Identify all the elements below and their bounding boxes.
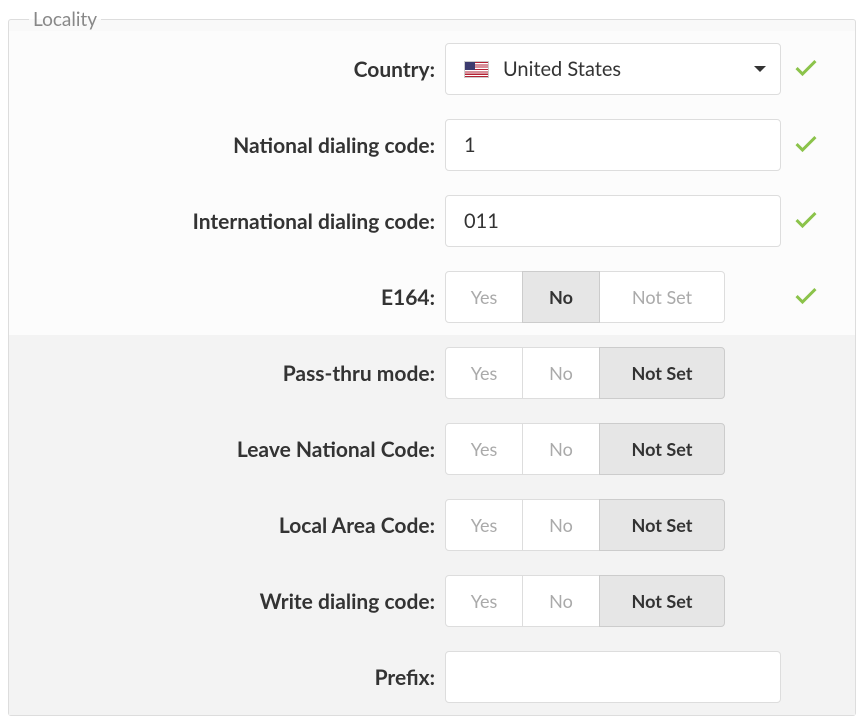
e164-label: E164:: [9, 285, 445, 310]
check-icon: [792, 281, 820, 313]
local-area-no-button[interactable]: No: [522, 499, 600, 551]
country-select[interactable]: United States: [445, 43, 781, 95]
national-dialing-row: National dialing code:: [9, 107, 855, 183]
caret-down-icon: [754, 66, 766, 72]
country-label: Country:: [9, 57, 445, 82]
write-dialing-button-group: Yes No Not Set: [445, 575, 725, 627]
intl-dialing-input[interactable]: [445, 195, 781, 247]
local-area-row: Local Area Code: Yes No Not Set: [9, 487, 855, 563]
write-dialing-label: Write dialing code:: [9, 589, 445, 614]
pass-thru-notset-button[interactable]: Not Set: [599, 347, 725, 399]
country-row: Country: United States: [9, 31, 855, 107]
pass-thru-no-button[interactable]: No: [522, 347, 600, 399]
leave-national-yes-button[interactable]: Yes: [445, 423, 523, 475]
us-flag-icon: [464, 61, 489, 78]
intl-dialing-row: International dialing code:: [9, 183, 855, 259]
country-value: United States: [503, 57, 754, 81]
write-dialing-notset-button[interactable]: Not Set: [599, 575, 725, 627]
leave-national-no-button[interactable]: No: [522, 423, 600, 475]
check-icon: [792, 129, 820, 161]
pass-thru-button-group: Yes No Not Set: [445, 347, 725, 399]
leave-national-notset-button[interactable]: Not Set: [599, 423, 725, 475]
locality-legend: Locality: [29, 8, 101, 31]
leave-national-button-group: Yes No Not Set: [445, 423, 725, 475]
write-dialing-no-button[interactable]: No: [522, 575, 600, 627]
e164-yes-button[interactable]: Yes: [445, 271, 523, 323]
pass-thru-label: Pass-thru mode:: [9, 361, 445, 386]
check-icon: [792, 205, 820, 237]
pass-thru-row: Pass-thru mode: Yes No Not Set: [9, 335, 855, 411]
e164-notset-button[interactable]: Not Set: [599, 271, 725, 323]
prefix-label: Prefix:: [9, 665, 445, 690]
e164-no-button[interactable]: No: [522, 271, 600, 323]
prefix-input[interactable]: [445, 651, 781, 703]
write-dialing-yes-button[interactable]: Yes: [445, 575, 523, 627]
national-dialing-input[interactable]: [445, 119, 781, 171]
e164-row: E164: Yes No Not Set: [9, 259, 855, 335]
write-dialing-row: Write dialing code: Yes No Not Set: [9, 563, 855, 639]
local-area-yes-button[interactable]: Yes: [445, 499, 523, 551]
local-area-label: Local Area Code:: [9, 513, 445, 538]
prefix-row: Prefix:: [9, 639, 855, 715]
leave-national-label: Leave National Code:: [9, 437, 445, 462]
locality-fieldset: Locality Country: United States National…: [8, 8, 856, 716]
intl-dialing-label: International dialing code:: [9, 209, 445, 234]
leave-national-row: Leave National Code: Yes No Not Set: [9, 411, 855, 487]
local-area-notset-button[interactable]: Not Set: [599, 499, 725, 551]
national-dialing-label: National dialing code:: [9, 133, 445, 158]
check-icon: [792, 53, 820, 85]
local-area-button-group: Yes No Not Set: [445, 499, 725, 551]
e164-button-group: Yes No Not Set: [445, 271, 725, 323]
pass-thru-yes-button[interactable]: Yes: [445, 347, 523, 399]
